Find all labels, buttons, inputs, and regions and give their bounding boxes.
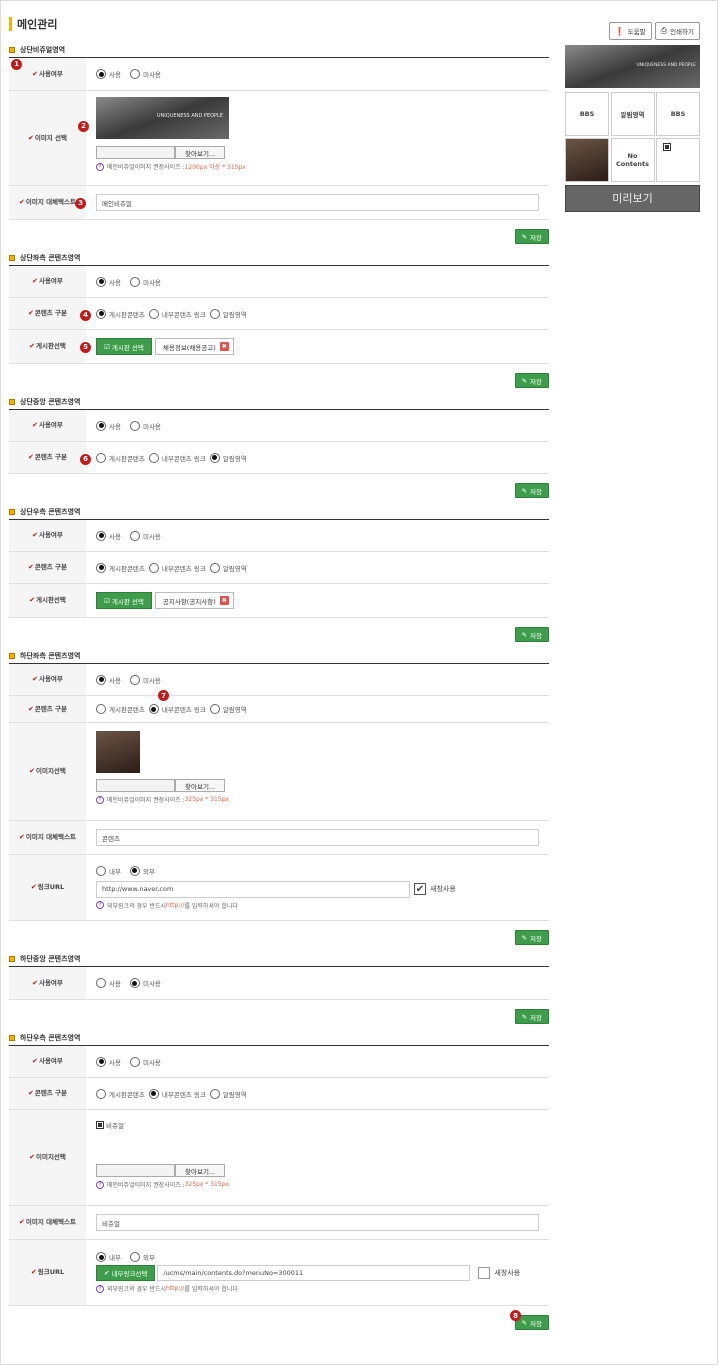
save-button[interactable]: ✎ 저장 — [514, 373, 549, 388]
file-path-field[interactable] — [96, 779, 175, 792]
callout-badge: 4 — [80, 310, 91, 321]
radio-use[interactable]: 사용 — [96, 69, 121, 79]
callout-badge: 3 — [75, 198, 86, 209]
preview-sidebar: ❗ 도움말 ⎙ 인쇄하기 UNIQUENESS AND PEOPLE BBS 알림영… — [565, 22, 700, 212]
radio-notice[interactable]: 알림영역 — [209, 308, 247, 319]
print-button[interactable]: ⎙ 인쇄하기 — [654, 22, 700, 40]
radio-board[interactable]: 게시판콘텐츠 — [96, 704, 145, 714]
save-button[interactable]: ✎ 저장 — [514, 627, 549, 642]
preview-cell — [656, 137, 700, 182]
radio-unused[interactable]: 미사용 — [129, 978, 161, 988]
help-button[interactable]: ❗ 도움말 — [608, 22, 652, 40]
radio-use[interactable]: 사용 — [96, 674, 121, 685]
print-icon: ⎙ — [660, 26, 668, 35]
delete-icon[interactable]: ✖ — [219, 596, 229, 605]
radio-board[interactable]: 게시판콘텐츠 — [96, 452, 145, 463]
browse-button[interactable]: 찾아보기... — [175, 1164, 226, 1177]
radio-unused[interactable]: 미사용 — [129, 1056, 161, 1067]
save-button[interactable]: ✎ 저장 — [514, 930, 549, 945]
radio-unused[interactable]: 미사용 — [129, 530, 161, 541]
alert-icon: ❗ — [614, 26, 625, 36]
radio-use[interactable]: 사용 — [96, 276, 121, 287]
radio-unused[interactable]: 미사용 — [129, 420, 161, 431]
radio-internal[interactable]: 내부콘텐츠 링크 — [148, 704, 206, 714]
preview-grid: BBS 알림영역 BBS No Contents — [565, 92, 700, 182]
radio-board[interactable]: 게시판콘텐츠 — [96, 308, 145, 319]
radio-notice[interactable]: 알림영역 — [209, 562, 247, 573]
broken-image-icon — [663, 142, 671, 151]
callout-badge: 7 — [158, 690, 169, 701]
row-use: 1 ✔ 사용여부 사용 미사용 — [9, 58, 549, 91]
radio-external-link[interactable]: 외부 — [129, 1252, 155, 1262]
new-window-checkbox[interactable]: ✔ — [414, 883, 426, 895]
board-chip: 채용정보(채용공고) ✖ — [154, 338, 234, 355]
alt-text-input[interactable]: 비쥬얼 — [96, 1214, 539, 1231]
browse-button[interactable]: 찾아보기... — [175, 779, 226, 792]
broken-image: 비쥬얼 — [96, 1120, 539, 1130]
page-title: 메인관리 — [9, 14, 549, 34]
alt-text-input[interactable]: 메인비쥬얼 — [96, 194, 539, 211]
preview-cell: No Contents — [610, 137, 655, 182]
save-button[interactable]: ✎ 저장 — [514, 1009, 549, 1024]
radio-board[interactable]: 게시판콘텐츠 — [96, 1088, 145, 1099]
size-note: ? 메인비쥬얼이미지 권장사이즈 : 1200px 이상 * 315px — [96, 162, 539, 171]
url-input[interactable]: /ucms/main/contents.do?menuNo=300011 — [157, 1265, 471, 1281]
new-window-checkbox[interactable] — [478, 1267, 491, 1279]
radio-notice[interactable]: 알림영역 — [209, 452, 247, 463]
radio-notice[interactable]: 알림영역 — [209, 1088, 247, 1099]
board-select-button[interactable]: ☑ 게시판 선택 — [96, 592, 152, 609]
radio-use[interactable]: 사용 — [96, 530, 121, 541]
edit-icon: ✎ — [521, 232, 528, 241]
radio-use[interactable]: 사용 — [96, 420, 121, 431]
radio-external-link[interactable]: 외부 — [129, 865, 155, 876]
radio-board[interactable]: 게시판콘텐츠 — [96, 562, 145, 573]
preview-cell: 알림영역 — [610, 92, 655, 136]
visual-thumbnail: UNIQUENESS AND PEOPLE — [96, 97, 229, 139]
file-path-field[interactable] — [96, 146, 175, 159]
radio-internal[interactable]: 내부콘텐츠 링크 — [148, 452, 206, 463]
callout-badge: 1 — [11, 59, 22, 70]
preview-banner: UNIQUENESS AND PEOPLE — [565, 45, 700, 88]
radio-internal[interactable]: 내부콘텐츠 링크 — [148, 1088, 206, 1099]
radio-unused[interactable]: 미사용 — [129, 69, 161, 79]
radio-notice[interactable]: 알림영역 — [209, 704, 247, 714]
radio-use[interactable]: 사용 — [96, 1056, 121, 1067]
radio-internal[interactable]: 내부콘텐츠 링크 — [148, 562, 206, 573]
preview-cell: BBS — [565, 92, 609, 136]
required-check-icon: ✔ — [32, 69, 38, 78]
internal-link-button[interactable]: ✔ 내부링크선택 — [96, 1265, 156, 1281]
callout-badge: 6 — [80, 454, 91, 465]
save-button[interactable]: ✎ 저장 — [514, 483, 549, 498]
callout-badge: 8 — [510, 1310, 521, 1321]
preview-cell-image — [565, 137, 609, 182]
info-icon: ? — [96, 162, 104, 171]
row-alt: 3 ✔ 이미지 대체텍스트 메인비쥬얼 — [9, 186, 549, 220]
save-button[interactable]: ✎ 저장 — [514, 229, 549, 244]
callout-badge: 5 — [80, 342, 91, 353]
board-chip: 공지사항(공지사항) ✖ — [154, 592, 234, 609]
radio-unused[interactable]: 미사용 — [129, 674, 161, 685]
delete-icon[interactable]: ✖ — [219, 342, 229, 351]
preview-button[interactable]: 미리보기 — [565, 184, 700, 212]
preview-cell: BBS — [656, 92, 700, 136]
radio-internal[interactable]: 내부콘텐츠 링크 — [148, 308, 206, 319]
broken-image-icon — [96, 1121, 104, 1129]
main-panel: 메인관리 상단비쥬얼영역 1 ✔ 사용여부 사용 미사용 2 ✔ 이미지 선택 UNIQ… — [9, 14, 549, 1339]
url-input[interactable]: http://www.naver.com — [96, 880, 410, 898]
browse-button[interactable]: 찾아보기... — [175, 146, 226, 159]
row-image: 2 ✔ 이미지 선택 UNIQUENESS AND PEOPLE 찾아보기... ?… — [9, 91, 549, 186]
file-path-field[interactable] — [96, 1164, 175, 1177]
radio-internal-link[interactable]: 내부 — [96, 865, 121, 876]
board-select-button[interactable]: ☑ 게시판 선택 — [96, 338, 152, 355]
content-thumbnail — [96, 731, 140, 773]
radio-internal-link[interactable]: 내부 — [96, 1252, 121, 1262]
radio-use[interactable]: 사용 — [96, 978, 121, 988]
callout-badge: 2 — [78, 121, 89, 132]
radio-unused[interactable]: 미사용 — [129, 276, 161, 287]
alt-text-input[interactable]: 콘텐츠 — [96, 829, 539, 846]
section-title: 상단비쥬얼영역 — [9, 45, 549, 55]
